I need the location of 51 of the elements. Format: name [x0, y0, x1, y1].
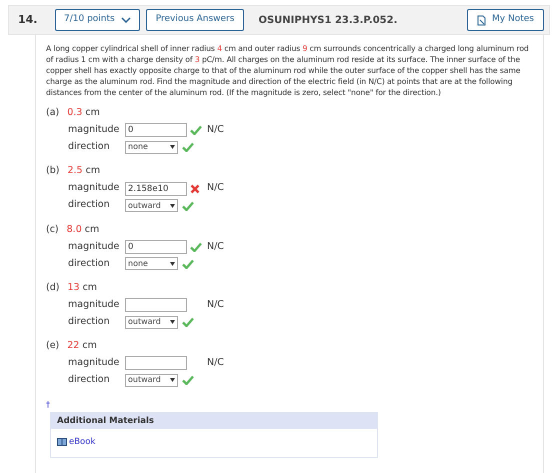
part-label: (a) — [46, 106, 60, 120]
field-label: direction — [68, 198, 111, 212]
magnitude-field[interactable]: 0 — [125, 240, 187, 254]
distance-text: 0.3 cm — [67, 106, 100, 120]
dropdown-arrow-icon — [170, 204, 175, 208]
points-button[interactable]: 7/10 points — [55, 9, 140, 31]
footnote-mark: † — [46, 400, 50, 410]
direction-dropdown[interactable]: outward — [125, 199, 178, 212]
problem-id: OSUNIPHYS1 23.3.P.052. — [258, 14, 398, 28]
part-label: (d) — [46, 280, 60, 295]
distance-text: 8.0 cm — [66, 222, 100, 236]
dropdown-arrow-icon — [170, 320, 175, 324]
part-label: (e) — [46, 339, 60, 353]
unit-label: N/C — [207, 240, 224, 254]
my-notes-button[interactable]: My Notes — [467, 9, 544, 31]
field-label: magnitude — [68, 356, 120, 370]
distance-text: 22 cm — [67, 339, 97, 353]
dropdown-arrow-icon — [170, 145, 175, 150]
field-label: magnitude — [68, 123, 120, 138]
field-label: magnitude — [68, 181, 120, 196]
direction-dropdown[interactable]: none — [125, 140, 178, 154]
dropdown-arrow-icon — [170, 378, 175, 382]
unit-label: N/C — [207, 123, 224, 138]
magnitude-field[interactable] — [125, 356, 187, 370]
direction-dropdown[interactable]: outward — [125, 316, 178, 328]
field-label: magnitude — [68, 240, 120, 254]
distance-text: 13 cm — [67, 280, 98, 295]
previous-answers-button[interactable]: Previous Answers — [146, 9, 244, 31]
magnitude-field[interactable]: 0 — [125, 123, 187, 138]
ebook-link[interactable]: eBook — [69, 436, 96, 449]
magnitude-field[interactable] — [125, 298, 187, 312]
chevron-down-icon — [120, 17, 131, 23]
book-icon — [57, 438, 67, 448]
dropdown-arrow-icon — [170, 262, 175, 266]
field-label: direction — [68, 256, 111, 271]
part-label: (b) — [46, 164, 60, 178]
panel-title: Additional Materials — [57, 414, 154, 428]
direction-dropdown[interactable]: none — [125, 257, 178, 270]
field-label: direction — [68, 373, 111, 388]
unit-label: N/C — [207, 298, 224, 312]
direction-dropdown[interactable]: outward — [125, 374, 178, 387]
question-number: 14. — [18, 12, 38, 28]
magnitude-field[interactable]: 2.158e10 — [125, 182, 187, 196]
part-label: (c) — [46, 222, 59, 236]
field-label: direction — [68, 314, 111, 329]
field-label: magnitude — [68, 298, 120, 312]
field-label: direction — [68, 140, 111, 154]
unit-label: N/C — [207, 356, 224, 370]
unit-label: N/C — [207, 181, 224, 196]
distance-text: 2.5 cm — [67, 164, 100, 178]
note-icon — [477, 14, 486, 26]
